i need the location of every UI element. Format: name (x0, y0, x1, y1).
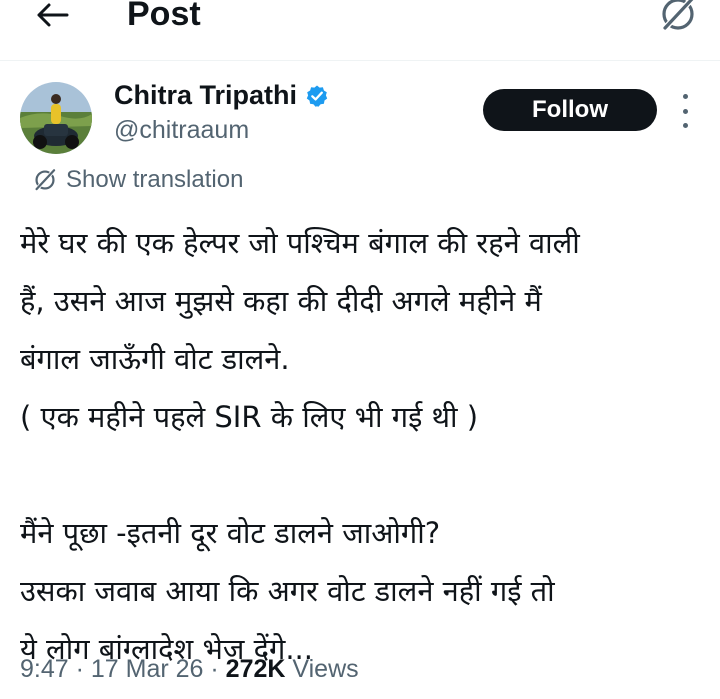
post-page: Post Chitra Tripathi @chitraaum Follow S… (0, 0, 720, 699)
grok-icon (35, 168, 56, 191)
top-bar: Post (0, 0, 720, 61)
tweet-line: मेरे घर की एक हेल्पर जो पश्चिम बंगाल की … (20, 226, 580, 260)
show-translation-link[interactable]: Show translation (32, 166, 243, 194)
meta-separator: · (203, 655, 226, 683)
post-meta: 9:47 · 17 Mar 26 · 272K Views (20, 655, 359, 684)
tweet-line: मैंने पूछा -इतनी दूर वोट डालने जाओगी? (20, 516, 441, 550)
verified-badge-icon (306, 85, 328, 107)
author-name-text: Chitra Tripathi (114, 80, 298, 110)
post-date[interactable]: 17 Mar 26 (91, 655, 204, 683)
tweet-line: हैं, उसने आज मुझसे कहा की दीदी अगले महीन… (20, 284, 542, 318)
grok-icon[interactable] (658, 0, 698, 34)
views-count[interactable]: 272K (226, 655, 286, 683)
avatar-image (20, 82, 92, 154)
follow-button[interactable]: Follow (483, 89, 657, 131)
arrow-left-icon (37, 3, 69, 27)
more-dot-icon (682, 94, 688, 99)
more-dot-icon (682, 123, 688, 128)
author-name[interactable]: Chitra Tripathi (114, 80, 329, 111)
more-dot-icon (682, 108, 688, 114)
back-button[interactable] (28, 0, 76, 30)
show-translation-label: Show translation (66, 166, 244, 193)
tweet-line: ( एक महीने पहले SIR के लिए भी गई थी ) (20, 400, 479, 434)
tweet-line: उसका जवाब आया कि अगर वोट डालने नहीं गई त… (20, 574, 555, 608)
page-title: Post (127, 0, 201, 33)
avatar[interactable] (20, 82, 92, 154)
views-label: Views (292, 655, 359, 683)
post-time[interactable]: 9:47 (20, 655, 69, 683)
tweet-text: मेरे घर की एक हेल्पर जो पश्चिम बंगाल की … (20, 214, 710, 678)
more-options-button[interactable] (676, 94, 694, 128)
tweet-line: बंगाल जाऊँगी वोट डालने. (20, 342, 290, 376)
author-handle[interactable]: @chitraaum (114, 116, 249, 145)
meta-separator: · (68, 655, 91, 683)
